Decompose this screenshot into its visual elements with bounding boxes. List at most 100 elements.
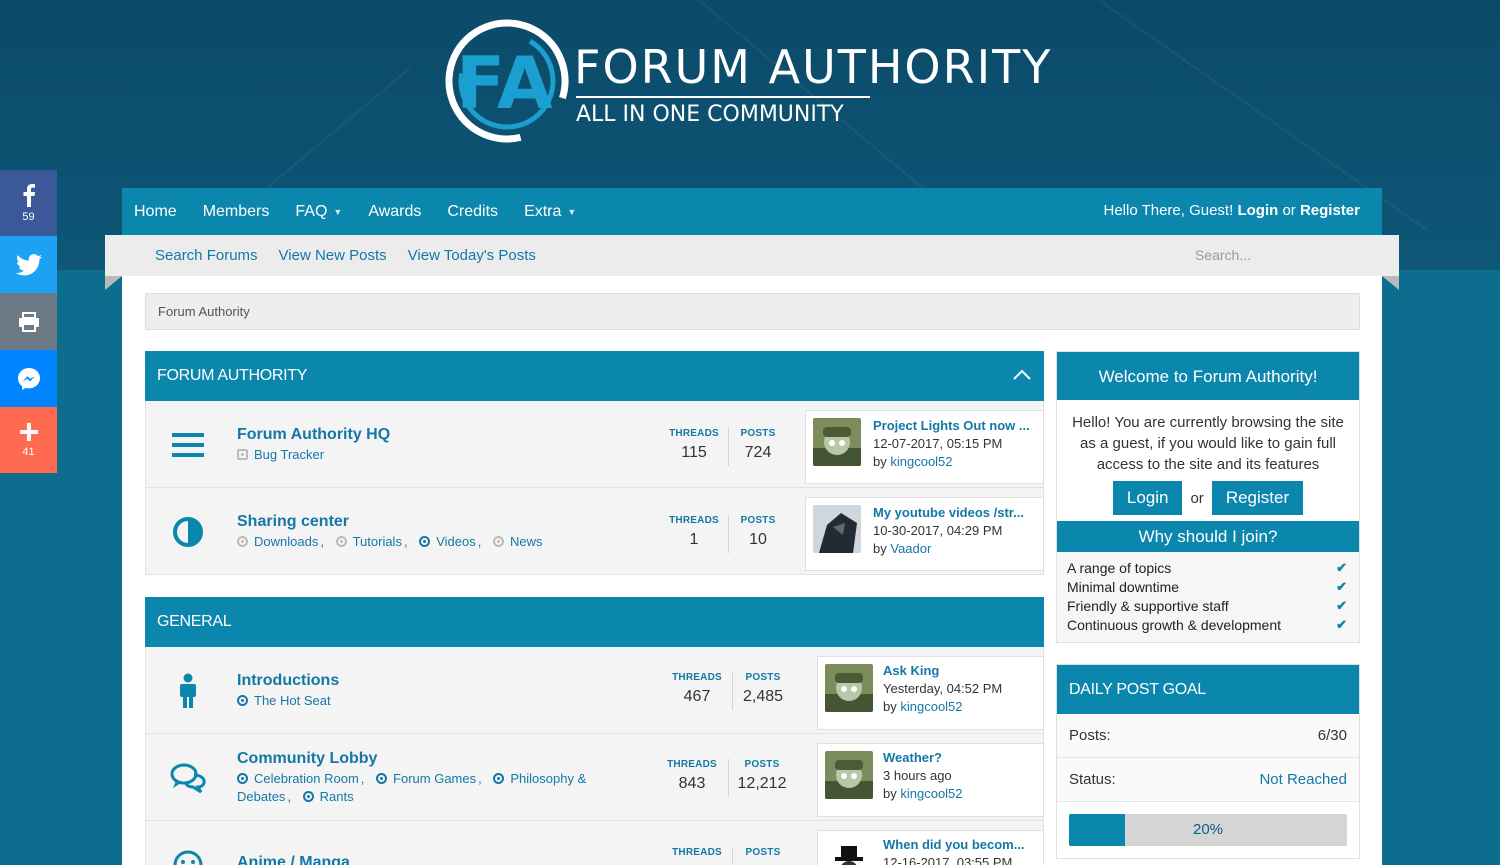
view-new-posts-link[interactable]: View New Posts — [279, 247, 387, 264]
subforum-icon — [376, 773, 388, 784]
posts-label: POSTS — [744, 759, 780, 770]
forum-title[interactable]: Sharing center — [237, 513, 349, 531]
nav-home[interactable]: Home — [134, 203, 177, 221]
nav-members[interactable]: Members — [203, 203, 270, 221]
forum-title[interactable]: Forum Authority HQ — [237, 426, 390, 444]
register-button[interactable]: Register — [1211, 481, 1304, 515]
nav-credits[interactable]: Credits — [447, 203, 498, 221]
list-item: Continuous growth & development ✔ — [1067, 617, 1347, 636]
header-register-link[interactable]: Register — [1300, 202, 1360, 219]
ribbon-fold-right — [1382, 276, 1399, 290]
posts-stat: POSTS 10 — [736, 515, 780, 549]
avatar[interactable] — [825, 838, 873, 865]
avatar[interactable] — [825, 751, 873, 799]
avatar[interactable] — [813, 418, 861, 466]
header-login-link[interactable]: Login — [1237, 202, 1278, 219]
posts-stat: POSTS — [738, 847, 788, 858]
logo-subtitle: ALL IN ONE COMMUNITY — [576, 102, 844, 127]
threads-stat: THREADS — [671, 847, 723, 858]
reason-text: Continuous growth & development — [1067, 617, 1282, 633]
plus-icon — [19, 423, 38, 441]
threads-count: 115 — [681, 444, 707, 461]
category-title: GENERAL — [157, 613, 232, 630]
welcome-panel: Welcome to Forum Authority! Hello! You a… — [1056, 351, 1360, 643]
nav-label: Members — [202, 202, 270, 220]
logo-divider — [576, 96, 870, 98]
threads-count: 1 — [689, 531, 699, 548]
threads-stat: THREADS 115 — [668, 428, 720, 462]
last-post-title[interactable]: Project Lights Out now ... — [873, 418, 1030, 433]
last-post-date: 10-30-2017, 04:29 PM — [873, 523, 1003, 538]
person-icon — [168, 673, 208, 709]
subforum-link[interactable]: Tutorials — [353, 534, 402, 549]
guest-greeting: Hello There, Guest! Login or Register — [1103, 202, 1360, 219]
nav-extra-dropdown[interactable]: Extra ▼ — [524, 203, 576, 221]
subforum-icon — [237, 536, 248, 547]
stat-divider — [728, 759, 729, 797]
subforum-link[interactable]: News — [510, 534, 543, 549]
view-todays-posts-link[interactable]: View Today's Posts — [408, 247, 536, 264]
forum-title[interactable]: Introductions — [237, 672, 339, 690]
breadcrumb-home-link[interactable]: Forum Authority — [158, 304, 250, 319]
forum-title[interactable]: Community Lobby — [237, 750, 377, 768]
subforum-link[interactable]: Rants — [320, 789, 354, 804]
last-post-title[interactable]: When did you becom... — [883, 837, 1025, 852]
avatar[interactable] — [825, 664, 873, 712]
goal-title: DAILY POST GOAL — [1057, 665, 1359, 714]
nav-faq-dropdown[interactable]: FAQ ▼ — [295, 203, 342, 221]
or-text: or — [1282, 202, 1296, 219]
category-header: FORUM AUTHORITY — [145, 351, 1044, 401]
subforum-link[interactable]: Celebration Room — [254, 771, 359, 786]
status-label: Status: — [1069, 771, 1116, 788]
forum-row: Forum Authority HQ Bug Tracker THREADS 1… — [145, 401, 1044, 488]
facebook-icon — [23, 184, 35, 207]
subforum-link[interactable]: Bug Tracker — [254, 447, 324, 462]
messenger-share-button[interactable] — [0, 350, 57, 407]
posts-count: 724 — [744, 444, 772, 461]
last-post-author: by kingcool52 — [883, 786, 963, 801]
forum-title[interactable]: Anime / Manga — [237, 854, 350, 865]
breadcrumb: Forum Authority — [145, 293, 1360, 330]
stat-divider — [732, 847, 733, 865]
author-link[interactable]: kingcool52 — [900, 699, 962, 714]
subforum-icon — [302, 791, 314, 802]
threads-label: THREADS — [672, 672, 722, 683]
avatar[interactable] — [813, 505, 861, 553]
author-link[interactable]: kingcool52 — [890, 454, 952, 469]
subforum-link[interactable]: Downloads — [254, 534, 318, 549]
last-post-date: 3 hours ago — [883, 768, 952, 783]
subforum-list: Bug Tracker — [237, 446, 627, 464]
facebook-share-button[interactable]: 59 — [0, 170, 57, 236]
svg-text:FA: FA — [456, 41, 553, 125]
nav-awards[interactable]: Awards — [368, 203, 421, 221]
by-text: by — [883, 786, 897, 801]
reason-text: A range of topics — [1067, 560, 1172, 576]
last-post-title[interactable]: My youtube videos /str... — [873, 505, 1024, 520]
posts-label: POSTS — [740, 428, 776, 439]
subforum-link[interactable]: Videos — [436, 534, 476, 549]
site-logo[interactable]: FA FORUM AUTHORITY ALL IN ONE COMMUNITY — [442, 16, 1062, 146]
posts-stat: POSTS 724 — [736, 428, 780, 462]
author-link[interactable]: Vaador — [890, 541, 931, 556]
twitter-share-button[interactable] — [0, 236, 57, 293]
threads-stat: THREADS 843 — [666, 759, 718, 793]
last-post-title[interactable]: Ask King — [883, 663, 939, 678]
category-title: FORUM AUTHORITY — [157, 367, 308, 384]
subforum-link[interactable]: The Hot Seat — [254, 693, 331, 708]
subforum-list: The Hot Seat — [237, 692, 627, 710]
search-forums-link[interactable]: Search Forums — [155, 247, 258, 264]
posts-count: 10 — [749, 531, 767, 548]
print-button[interactable] — [0, 293, 57, 350]
nav-label: Credits — [447, 202, 499, 220]
smiley-icon — [168, 847, 208, 865]
search-input[interactable]: Search... — [1195, 247, 1251, 263]
last-post-title[interactable]: Weather? — [883, 750, 942, 765]
author-link[interactable]: kingcool52 — [900, 786, 962, 801]
more-share-button[interactable]: 41 — [0, 407, 57, 473]
posts-stat: POSTS 12,212 — [736, 759, 788, 793]
subforum-link[interactable]: Forum Games — [393, 771, 476, 786]
collapse-chevron-up-icon[interactable] — [1012, 365, 1032, 385]
last-post-box: Project Lights Out now ... 12-07-2017, 0… — [805, 410, 1044, 484]
login-button[interactable]: Login — [1112, 481, 1183, 515]
goal-posts-row: Posts: 6/30 — [1057, 714, 1359, 758]
